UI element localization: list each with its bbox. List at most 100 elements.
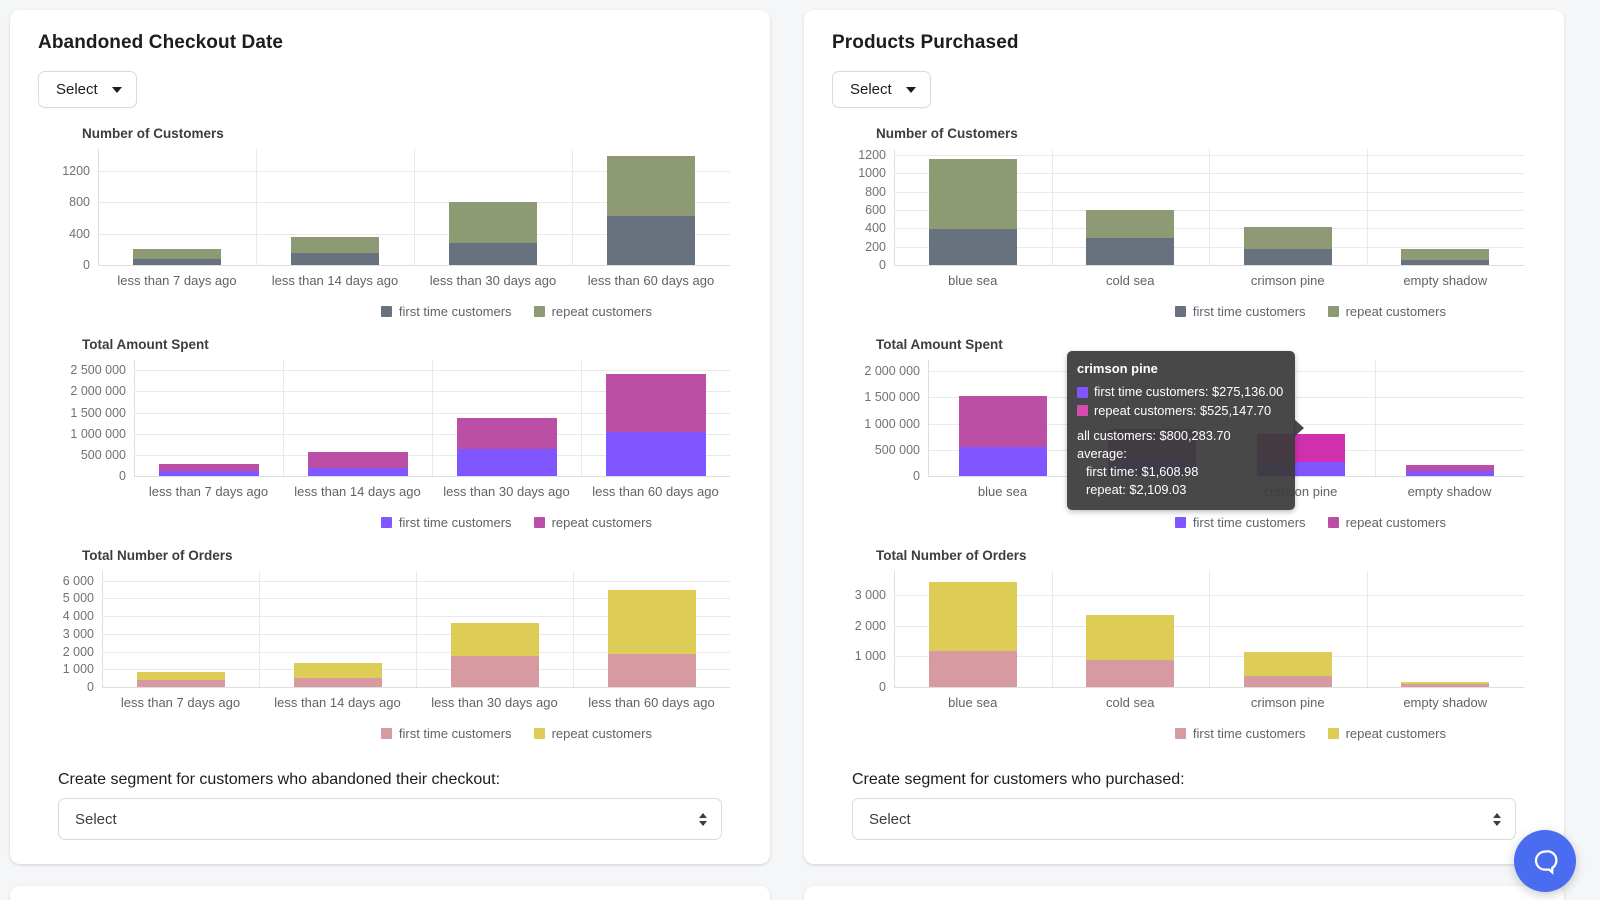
bar-segment[interactable] — [607, 155, 695, 216]
stacked-bar[interactable] — [449, 202, 537, 265]
stacked-bar[interactable] — [928, 158, 1017, 265]
bar-segment[interactable] — [958, 395, 1047, 448]
stacked-bar[interactable] — [307, 452, 408, 476]
bar-segment[interactable] — [158, 463, 259, 471]
bar-slot[interactable] — [894, 155, 1052, 265]
bar-segment[interactable] — [1086, 659, 1175, 687]
stacked-bar[interactable] — [136, 671, 225, 687]
bar-segment[interactable] — [136, 679, 225, 687]
bar-slot[interactable] — [102, 577, 259, 687]
y-axis-tick-label: 5 000 — [62, 591, 94, 606]
bar-slot[interactable] — [1209, 155, 1367, 265]
stacked-bar[interactable] — [1086, 210, 1175, 265]
stacked-bar[interactable] — [456, 418, 557, 476]
bar-segment[interactable] — [928, 228, 1017, 265]
stacked-bar[interactable] — [1086, 614, 1175, 687]
stacked-bar[interactable] — [958, 395, 1047, 476]
stacked-bar[interactable] — [928, 581, 1017, 687]
bar-segment[interactable] — [449, 202, 537, 243]
help-chat-button[interactable] — [1514, 830, 1576, 892]
bar-segment[interactable] — [605, 431, 706, 476]
y-axis-tick-label: 1000 — [858, 166, 886, 181]
stacked-bar[interactable] — [291, 237, 379, 265]
bar-segment[interactable] — [291, 237, 379, 254]
right-select-button[interactable]: Select — [832, 71, 931, 108]
bar-segment[interactable] — [133, 258, 221, 265]
stacked-bar[interactable] — [1243, 652, 1332, 687]
bar-slot[interactable] — [256, 155, 414, 265]
stacked-bar[interactable] — [605, 373, 706, 476]
bar-segment[interactable] — [293, 678, 382, 687]
bar-slot[interactable] — [283, 366, 432, 476]
bar-segment[interactable] — [133, 249, 221, 259]
stacked-bar[interactable] — [158, 463, 259, 476]
bar-segment[interactable] — [450, 622, 539, 657]
bar-segment[interactable] — [1243, 226, 1332, 250]
bar-slot[interactable] — [134, 366, 283, 476]
left-segment-select[interactable]: Select — [58, 798, 722, 840]
bar-slot[interactable] — [581, 366, 730, 476]
bar-segment[interactable] — [928, 158, 1017, 229]
bar-segment[interactable] — [449, 243, 537, 265]
stacked-bar[interactable] — [1401, 248, 1490, 265]
stacked-bar[interactable] — [607, 590, 696, 687]
stacked-bar[interactable] — [133, 249, 221, 265]
bar-segment[interactable] — [307, 452, 408, 468]
bar-slot[interactable] — [432, 366, 581, 476]
bar-segment[interactable] — [456, 448, 557, 476]
bar-slot[interactable] — [416, 577, 573, 687]
bar-segment[interactable] — [450, 656, 539, 687]
legend-swatch-first-time — [380, 306, 392, 317]
bar-slot[interactable] — [928, 366, 1077, 476]
bar-segment[interactable] — [158, 470, 259, 476]
bar-slot[interactable] — [894, 577, 1052, 687]
bar-segment[interactable] — [1243, 676, 1332, 687]
bar-segment[interactable] — [291, 253, 379, 265]
bar-slot[interactable] — [259, 577, 416, 687]
stacked-bar[interactable] — [1405, 465, 1494, 476]
bar-slot[interactable] — [1052, 155, 1210, 265]
stacked-bar[interactable] — [1401, 681, 1490, 687]
bar-slot[interactable] — [1367, 155, 1525, 265]
right-segment-select[interactable]: Select — [852, 798, 1516, 840]
bar-slot[interactable] — [1052, 577, 1210, 687]
stacked-bar[interactable] — [607, 155, 695, 265]
bar-slot[interactable] — [573, 577, 730, 687]
bar-segment[interactable] — [136, 671, 225, 680]
bar-segment[interactable] — [607, 590, 696, 654]
legend-swatch-first-time — [380, 728, 392, 739]
bar-segment[interactable] — [958, 447, 1047, 476]
chart-title: Number of Customers — [82, 126, 224, 141]
bar-segment[interactable] — [928, 650, 1017, 687]
bar-segment[interactable] — [307, 467, 408, 476]
legend-item-first-time: first time customers — [380, 726, 512, 741]
bar-segment[interactable] — [1243, 652, 1332, 677]
bar-segment[interactable] — [456, 418, 557, 449]
bar-slot[interactable] — [572, 155, 730, 265]
legend-item-first-time: first time customers — [1174, 304, 1306, 319]
x-axis-tick-label: crimson pine — [1250, 273, 1325, 288]
stacked-bar[interactable] — [450, 622, 539, 687]
stacked-bar[interactable] — [1243, 226, 1332, 265]
bar-slot[interactable] — [1375, 366, 1524, 476]
bar-segment[interactable] — [1401, 260, 1490, 265]
bar-slot[interactable] — [1367, 577, 1525, 687]
bar-segment[interactable] — [607, 215, 695, 265]
bar-segment[interactable] — [1243, 249, 1332, 265]
bar-segment[interactable] — [293, 663, 382, 679]
left-select-button[interactable]: Select — [38, 71, 137, 108]
bar-segment[interactable] — [1086, 238, 1175, 265]
bar-segment[interactable] — [605, 373, 706, 432]
bar-segment[interactable] — [1401, 684, 1490, 687]
bar-segment[interactable] — [928, 581, 1017, 651]
bar-segment[interactable] — [1086, 210, 1175, 239]
bar-slot[interactable] — [98, 155, 256, 265]
bar-segment[interactable] — [607, 653, 696, 687]
bar-segment[interactable] — [1086, 614, 1175, 660]
bar-segment[interactable] — [1401, 248, 1490, 261]
bar-slot[interactable] — [414, 155, 572, 265]
x-axis-tick-label: less than 14 days ago — [274, 695, 401, 710]
bar-slot[interactable] — [1209, 577, 1367, 687]
bar-segment[interactable] — [1405, 470, 1494, 476]
stacked-bar[interactable] — [293, 663, 382, 687]
